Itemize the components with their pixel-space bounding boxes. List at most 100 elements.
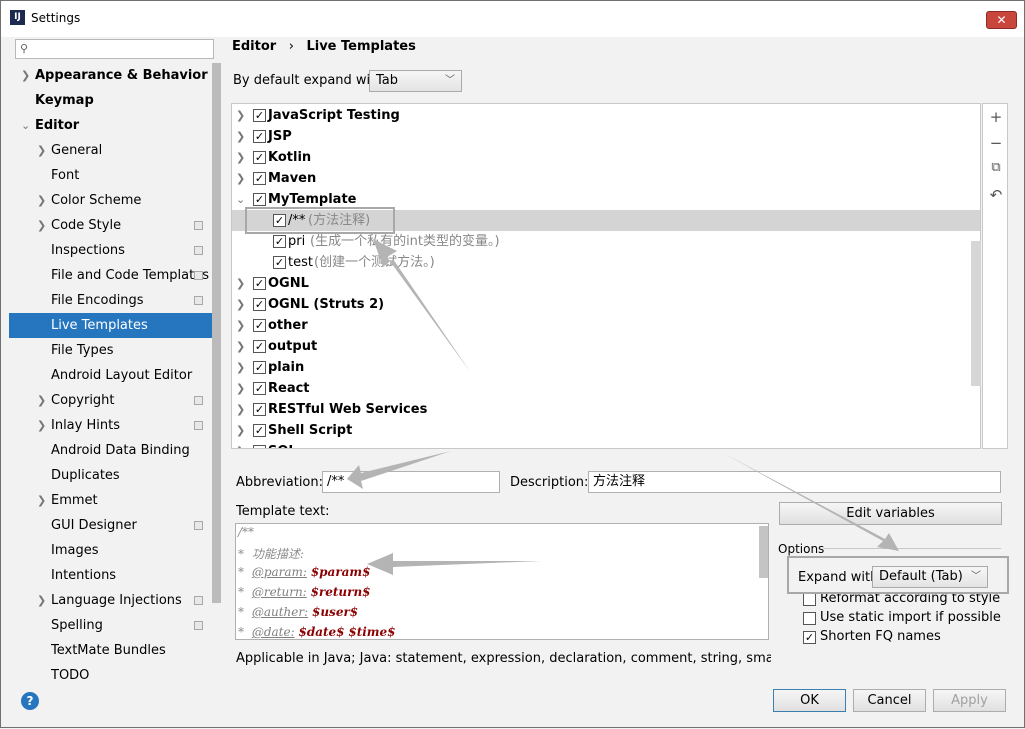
group-checkbox[interactable]: ✓ [253, 151, 266, 164]
project-settings-icon [194, 621, 203, 630]
tree-group-javascript-testing[interactable]: ❯ ✓ JavaScript Testing [232, 105, 980, 126]
group-checkbox[interactable]: ✓ [253, 445, 266, 448]
sidebar-item-code-style[interactable]: ❯ Code Style [9, 213, 212, 238]
cancel-button[interactable]: Cancel [853, 689, 926, 712]
checkbox[interactable] [803, 612, 816, 625]
chevron-right-icon: ❯ [236, 130, 246, 143]
sidebar-item-emmet[interactable]: ❯ Emmet [9, 488, 212, 513]
chevron-right-icon: ❯ [37, 219, 47, 232]
group-checkbox[interactable]: ✓ [253, 424, 266, 437]
tree-group-react[interactable]: ❯ ✓ React [232, 378, 980, 399]
tree-group-plain[interactable]: ❯ ✓ plain [232, 357, 980, 378]
checkbox[interactable]: ✓ [803, 631, 816, 644]
checkbox[interactable] [803, 593, 816, 606]
template-tree: ❯ ✓ JavaScript Testing ❯ ✓ JSP ❯ ✓ Kotlin ❯ ✓ Ma… [231, 103, 981, 449]
tree-group-maven[interactable]: ❯ ✓ Maven [232, 168, 980, 189]
copy-icon[interactable]: ⧉ [989, 160, 1003, 178]
sidebar-item-file-types[interactable]: File Types [9, 338, 212, 363]
search-icon: ⚲ [20, 42, 29, 55]
sidebar-item-language-injections[interactable]: ❯ Language Injections [9, 588, 212, 613]
breadcrumb-parent[interactable]: Editor [232, 39, 276, 54]
group-checkbox[interactable]: ✓ [253, 172, 266, 185]
ok-button[interactable]: OK [773, 689, 846, 712]
sidebar-item-keymap[interactable]: Keymap [9, 88, 212, 113]
tree-group-kotlin[interactable]: ❯ ✓ Kotlin [232, 147, 980, 168]
sidebar-item-images[interactable]: Images [9, 538, 212, 563]
sidebar-item-spelling[interactable]: Spelling [9, 613, 212, 638]
template-line: * @auther: $user$ [238, 605, 359, 619]
template-text-editor[interactable]: /** * 功能描述: * @param: $param$ * @return:… [235, 523, 769, 640]
sidebar-item-color-scheme[interactable]: ❯ Color Scheme [9, 188, 212, 213]
edit-variables-button[interactable]: Edit variables [779, 502, 1002, 525]
close-button[interactable]: ✕ [986, 11, 1017, 29]
sidebar-item-gui-designer[interactable]: GUI Designer [9, 513, 212, 538]
default-expand-select[interactable]: Tab ﹀ [369, 70, 462, 92]
tree-group-ognl[interactable]: ❯ ✓ OGNL [232, 273, 980, 294]
template-scrollbar[interactable] [759, 526, 768, 578]
tree-group-shell-script[interactable]: ❯ ✓ Shell Script [232, 420, 980, 441]
description-field[interactable]: 方法注释 [588, 471, 1001, 493]
group-checkbox[interactable]: ✓ [253, 403, 266, 416]
group-checkbox[interactable]: ✓ [253, 361, 266, 374]
tree-group-ognl-struts[interactable]: ❯ ✓ OGNL (Struts 2) [232, 294, 980, 315]
group-checkbox[interactable]: ✓ [253, 193, 266, 206]
tree-scrollbar[interactable] [971, 241, 981, 386]
template-checkbox[interactable]: ✓ [273, 235, 286, 248]
help-button[interactable]: ? [21, 692, 39, 710]
tree-group-output[interactable]: ❯ ✓ output [232, 336, 980, 357]
app-icon: IJ [10, 10, 25, 25]
tree-group-jsp[interactable]: ❯ ✓ JSP [232, 126, 980, 147]
tree-item-test[interactable]: ✓ test (创建一个测试方法。) [232, 252, 980, 273]
sidebar-item-intentions[interactable]: Intentions [9, 563, 212, 588]
applicable-contexts[interactable]: Applicable in Java; Java: statement, exp… [236, 651, 771, 666]
sidebar-item-font[interactable]: Font [9, 163, 212, 188]
sidebar-item-inspections[interactable]: Inspections [9, 238, 212, 263]
project-settings-icon [194, 271, 203, 280]
sidebar-scrollbar[interactable] [212, 63, 221, 603]
restore-icon[interactable]: ↶ [989, 186, 1003, 204]
chevron-right-icon: ❯ [236, 319, 246, 332]
chevron-right-icon: ❯ [37, 394, 47, 407]
tree-group-restful[interactable]: ❯ ✓ RESTful Web Services [232, 399, 980, 420]
project-settings-icon [194, 521, 203, 530]
group-checkbox[interactable]: ✓ [253, 109, 266, 122]
group-checkbox[interactable]: ✓ [253, 340, 266, 353]
tree-item-pri[interactable]: ✓ pri (生成一个私有的int类型的变量。) [232, 231, 980, 252]
chevron-right-icon: ❯ [236, 441, 245, 448]
apply-button[interactable]: Apply [933, 689, 1006, 712]
group-checkbox[interactable]: ✓ [253, 319, 266, 332]
sidebar-item-file-code-templates[interactable]: File and Code Templates [9, 263, 212, 288]
chevron-right-icon: ❯ [37, 494, 47, 507]
sidebar-item-file-encodings[interactable]: File Encodings [9, 288, 212, 313]
remove-icon[interactable]: − [989, 134, 1003, 152]
sidebar-item-textmate-bundles[interactable]: TextMate Bundles [9, 638, 212, 663]
sidebar-item-copyright[interactable]: ❯ Copyright [9, 388, 212, 413]
sidebar-item-android-layout-editor[interactable]: Android Layout Editor [9, 363, 212, 388]
sidebar-item-general[interactable]: ❯ General [9, 138, 212, 163]
search-input[interactable]: ⚲ [15, 39, 214, 59]
sidebar-item-live-templates[interactable]: Live Templates [9, 313, 212, 338]
tree-group-other[interactable]: ❯ ✓ other [232, 315, 980, 336]
add-icon[interactable]: + [989, 108, 1003, 126]
sidebar-item-appearance[interactable]: ❯ Appearance & Behavior [9, 63, 212, 88]
chevron-right-icon: ❯ [236, 340, 246, 353]
template-line: * @param: $param$ [238, 565, 371, 579]
highlight-box [245, 207, 395, 234]
group-checkbox[interactable]: ✓ [253, 277, 266, 290]
group-checkbox[interactable]: ✓ [253, 298, 266, 311]
template-checkbox[interactable]: ✓ [273, 256, 286, 269]
abbreviation-field[interactable]: /** [322, 471, 500, 493]
tree-group-sql[interactable]: ❯✓SQL [232, 441, 980, 448]
chevron-right-icon: ❯ [236, 151, 246, 164]
project-settings-icon [194, 421, 203, 430]
group-checkbox[interactable]: ✓ [253, 382, 266, 395]
sidebar-item-editor[interactable]: ⌄ Editor [9, 113, 212, 138]
chevron-right-icon: ❯ [21, 69, 31, 82]
options-title: Options [778, 542, 825, 556]
group-checkbox[interactable]: ✓ [253, 130, 266, 143]
sidebar-item-inlay-hints[interactable]: ❯ Inlay Hints [9, 413, 212, 438]
sidebar-item-todo[interactable]: TODO [9, 663, 212, 681]
sidebar-item-duplicates[interactable]: Duplicates [9, 463, 212, 488]
sidebar-item-android-data-binding[interactable]: Android Data Binding [9, 438, 212, 463]
default-expand-label: By default expand with [233, 73, 384, 88]
